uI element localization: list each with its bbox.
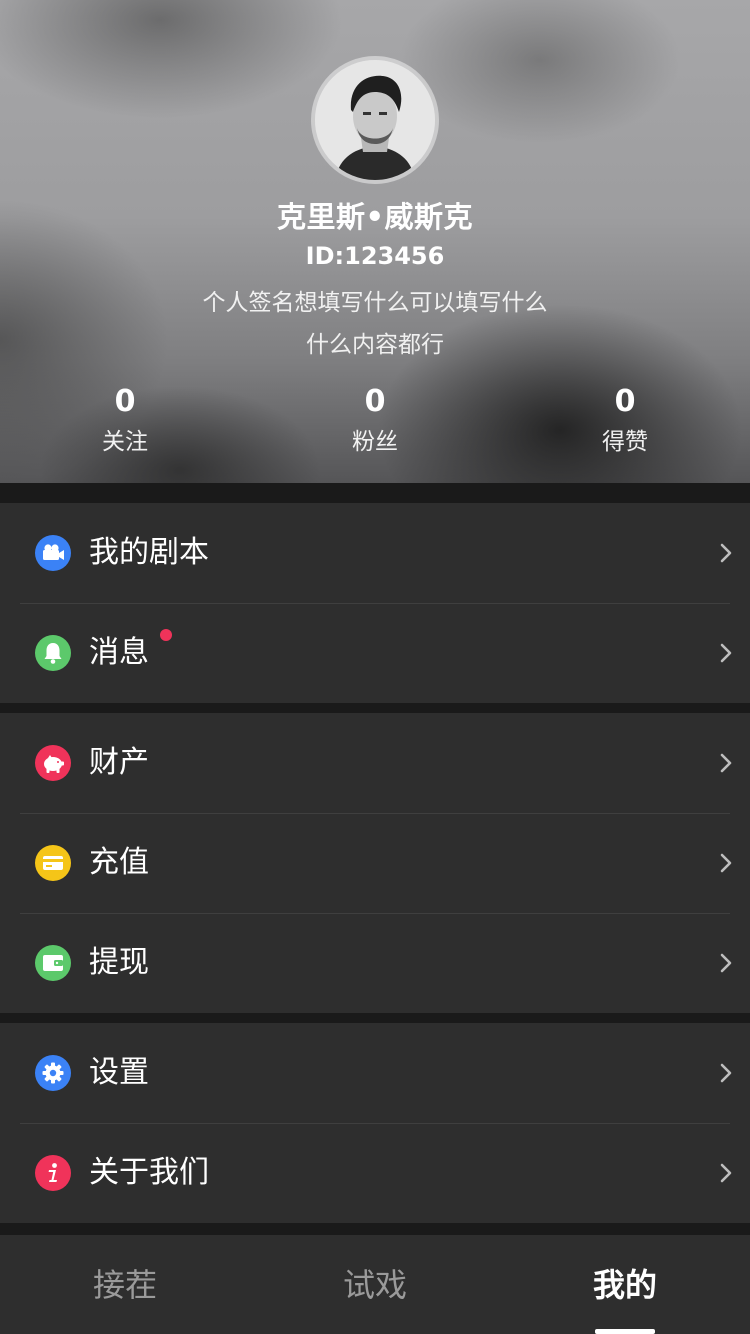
active-tab-indicator: [595, 1329, 655, 1334]
unread-badge: [160, 629, 172, 641]
stat-likes[interactable]: 0 得赞: [500, 384, 750, 464]
gear-icon: [35, 1055, 71, 1091]
profile-header: 克里斯•威斯克 ID:123456 个人签名想填写什么可以填写什么 什么内容都行…: [0, 0, 750, 483]
stat-fans-label: 粉丝: [352, 429, 398, 455]
chevron-right-icon: [720, 643, 732, 663]
chevron-right-icon: [720, 543, 732, 563]
stat-following-value: 0: [114, 384, 136, 419]
signature-line-2: 什么内容都行: [306, 332, 444, 358]
piggy-bank-icon: [35, 745, 71, 781]
menu-item-assets[interactable]: 财产: [0, 713, 750, 813]
wallet-icon: [35, 945, 71, 981]
tab-mine[interactable]: 我的: [500, 1265, 750, 1305]
stat-likes-value: 0: [614, 384, 636, 419]
avatar-portrait: [315, 60, 435, 180]
avatar[interactable]: [315, 60, 435, 180]
menu-item-recharge-label: 充值: [89, 845, 149, 880]
menu-item-recharge[interactable]: 充值: [0, 813, 750, 913]
menu-item-settings[interactable]: 设置: [0, 1023, 750, 1123]
tab-jiecha[interactable]: 接茬: [0, 1265, 250, 1305]
stat-fans-value: 0: [364, 384, 386, 419]
user-signature: 个人签名想填写什么可以填写什么 什么内容都行: [175, 282, 575, 366]
user-name: 克里斯•威斯克: [276, 200, 474, 234]
stat-fans[interactable]: 0 粉丝: [250, 384, 500, 464]
menu-item-messages-label: 消息: [89, 635, 149, 670]
chevron-right-icon: [720, 1063, 732, 1083]
menu-item-scripts-label: 我的剧本: [89, 535, 209, 570]
chevron-right-icon: [720, 1163, 732, 1183]
chevron-right-icon: [720, 753, 732, 773]
card-icon: [35, 845, 71, 881]
menu-item-settings-label: 设置: [89, 1055, 149, 1090]
video-camera-icon: [35, 535, 71, 571]
menu-item-withdraw[interactable]: 提现: [0, 913, 750, 1013]
menu-item-assets-label: 财产: [89, 745, 149, 780]
chevron-right-icon: [720, 953, 732, 973]
stat-following[interactable]: 0 关注: [0, 384, 250, 464]
menu-group-1: 我的剧本 消息: [0, 503, 750, 703]
menu-item-about[interactable]: 关于我们: [0, 1123, 750, 1223]
menu-item-withdraw-label: 提现: [89, 945, 149, 980]
menu-item-about-label: 关于我们: [89, 1155, 209, 1190]
stat-following-label: 关注: [102, 429, 148, 455]
menu-group-2: 财产 充值 提现: [0, 713, 750, 1013]
bell-icon: [35, 635, 71, 671]
menu-item-messages[interactable]: 消息: [0, 603, 750, 703]
stat-likes-label: 得赞: [602, 429, 648, 455]
user-id: ID:123456: [305, 242, 445, 270]
bottom-tab-bar: 接茬 试戏 我的: [0, 1235, 750, 1334]
tab-shixi[interactable]: 试戏: [250, 1265, 500, 1305]
menu-item-scripts[interactable]: 我的剧本: [0, 503, 750, 603]
signature-line-1: 个人签名想填写什么可以填写什么: [202, 290, 548, 316]
menu-group-3: 设置 关于我们: [0, 1023, 750, 1223]
chevron-right-icon: [720, 853, 732, 873]
info-icon: [35, 1155, 71, 1191]
